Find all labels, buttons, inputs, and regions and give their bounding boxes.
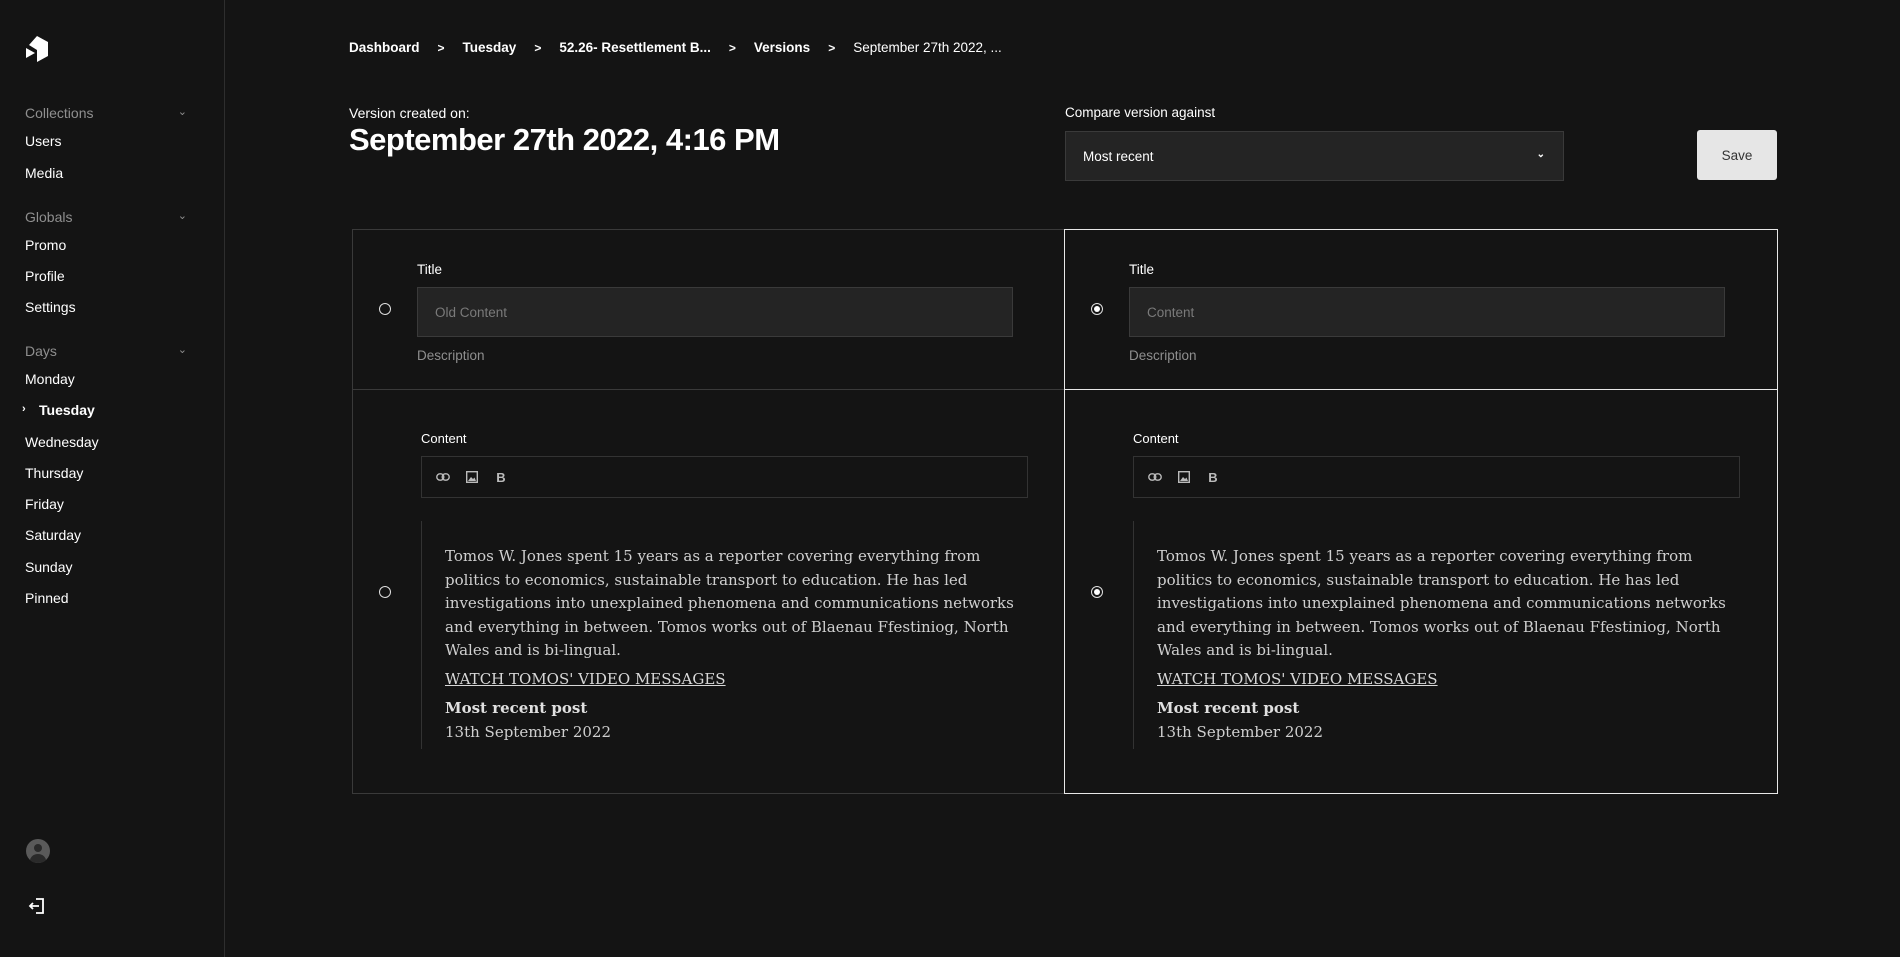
sidebar: Collections ⌄ Users Media Globals ⌄ Prom… <box>0 0 225 957</box>
sidebar-item-users[interactable]: Users <box>25 133 62 149</box>
right-content-panel: Content B Tomos W. Jones spent 15 years … <box>1064 389 1778 794</box>
bold-icon[interactable]: B <box>1204 468 1222 486</box>
compare-version-select[interactable]: Most recent ⌄ <box>1065 131 1564 181</box>
nav-group-days[interactable]: Days ⌄ <box>25 343 187 359</box>
title-label: Title <box>1129 262 1155 277</box>
content-body: Tomos W. Jones spent 15 years as a repor… <box>1157 547 1726 659</box>
sidebar-item-saturday[interactable]: Saturday <box>25 527 81 543</box>
title-label: Title <box>417 262 443 277</box>
recent-post-heading: Most recent post <box>1157 699 1300 717</box>
video-messages-link[interactable]: WATCH TOMOS' VIDEO MESSAGES <box>445 668 1028 692</box>
sidebar-item-thursday[interactable]: Thursday <box>25 465 83 481</box>
description-label: Description <box>1129 348 1197 363</box>
left-content-panel: Content B Tomos W. Jones spent 15 years … <box>352 389 1065 794</box>
breadcrumb-versions[interactable]: Versions <box>754 40 810 55</box>
chevron-right-icon: > <box>437 40 445 55</box>
version-created-label: Version created on: <box>349 105 470 121</box>
chevron-right-icon: > <box>728 40 736 55</box>
chevron-down-icon: ⌄ <box>177 344 187 356</box>
sidebar-item-promo[interactable]: Promo <box>25 237 66 253</box>
left-title-panel: Title Old Content Description <box>352 229 1065 390</box>
recent-post-date: 13th September 2022 <box>1157 722 1324 741</box>
right-title-radio[interactable] <box>1091 303 1103 315</box>
logout-icon[interactable] <box>27 896 47 916</box>
editor-toolbar: B <box>421 456 1028 498</box>
video-messages-link[interactable]: WATCH TOMOS' VIDEO MESSAGES <box>1157 668 1740 692</box>
right-content-radio[interactable] <box>1091 586 1103 598</box>
breadcrumb-current: September 27th 2022, ... <box>853 40 1002 55</box>
chevron-down-icon: ⌄ <box>177 210 187 222</box>
editor-toolbar: B <box>1133 456 1740 498</box>
breadcrumb-dashboard[interactable]: Dashboard <box>349 40 420 55</box>
avatar-icon[interactable] <box>26 839 50 863</box>
left-title-input[interactable]: Old Content <box>417 287 1013 337</box>
sidebar-item-settings[interactable]: Settings <box>25 299 76 315</box>
chevron-right-icon: > <box>534 40 542 55</box>
sidebar-item-media[interactable]: Media <box>25 165 63 181</box>
compare-label: Compare version against <box>1065 105 1216 120</box>
sidebar-item-friday[interactable]: Friday <box>25 496 64 512</box>
content-label: Content <box>421 431 467 446</box>
nav-group-collections[interactable]: Collections ⌄ <box>25 105 187 121</box>
recent-post-heading: Most recent post <box>445 699 588 717</box>
left-title-radio[interactable] <box>379 303 391 315</box>
content-body: Tomos W. Jones spent 15 years as a repor… <box>445 547 1014 659</box>
left-content-radio[interactable] <box>379 586 391 598</box>
recent-post-date: 13th September 2022 <box>445 722 612 741</box>
compare-select-value: Most recent <box>1083 149 1154 164</box>
nav-group-globals[interactable]: Globals ⌄ <box>25 209 187 225</box>
logo-icon[interactable] <box>26 36 48 62</box>
link-icon[interactable] <box>1146 468 1164 486</box>
image-icon[interactable] <box>463 468 481 486</box>
content-label: Content <box>1133 431 1179 446</box>
breadcrumb-document[interactable]: 52.26- Resettlement B... <box>559 40 711 55</box>
sidebar-item-tuesday[interactable]: Tuesday <box>39 402 95 418</box>
page-title: September 27th 2022, 4:16 PM <box>349 122 780 157</box>
right-title-input[interactable]: Content <box>1129 287 1725 337</box>
chevron-right-icon: › <box>22 403 26 415</box>
description-label: Description <box>417 348 485 363</box>
breadcrumb: Dashboard > Tuesday > 52.26- Resettlemen… <box>349 40 1002 55</box>
sidebar-item-pinned[interactable]: Pinned <box>25 590 69 606</box>
image-icon[interactable] <box>1175 468 1193 486</box>
bold-icon[interactable]: B <box>492 468 510 486</box>
save-button[interactable]: Save <box>1697 130 1777 180</box>
chevron-down-icon: ⌄ <box>1536 149 1545 160</box>
left-rich-text-editor[interactable]: Tomos W. Jones spent 15 years as a repor… <box>421 521 1028 749</box>
sidebar-item-monday[interactable]: Monday <box>25 371 75 387</box>
sidebar-item-sunday[interactable]: Sunday <box>25 559 72 575</box>
chevron-down-icon: ⌄ <box>177 106 187 118</box>
right-title-panel: Title Content Description <box>1064 229 1778 390</box>
chevron-right-icon: > <box>828 40 836 55</box>
sidebar-item-wednesday[interactable]: Wednesday <box>25 434 99 450</box>
right-rich-text-editor[interactable]: Tomos W. Jones spent 15 years as a repor… <box>1133 521 1740 749</box>
link-icon[interactable] <box>434 468 452 486</box>
sidebar-item-profile[interactable]: Profile <box>25 268 65 284</box>
breadcrumb-tuesday[interactable]: Tuesday <box>463 40 517 55</box>
